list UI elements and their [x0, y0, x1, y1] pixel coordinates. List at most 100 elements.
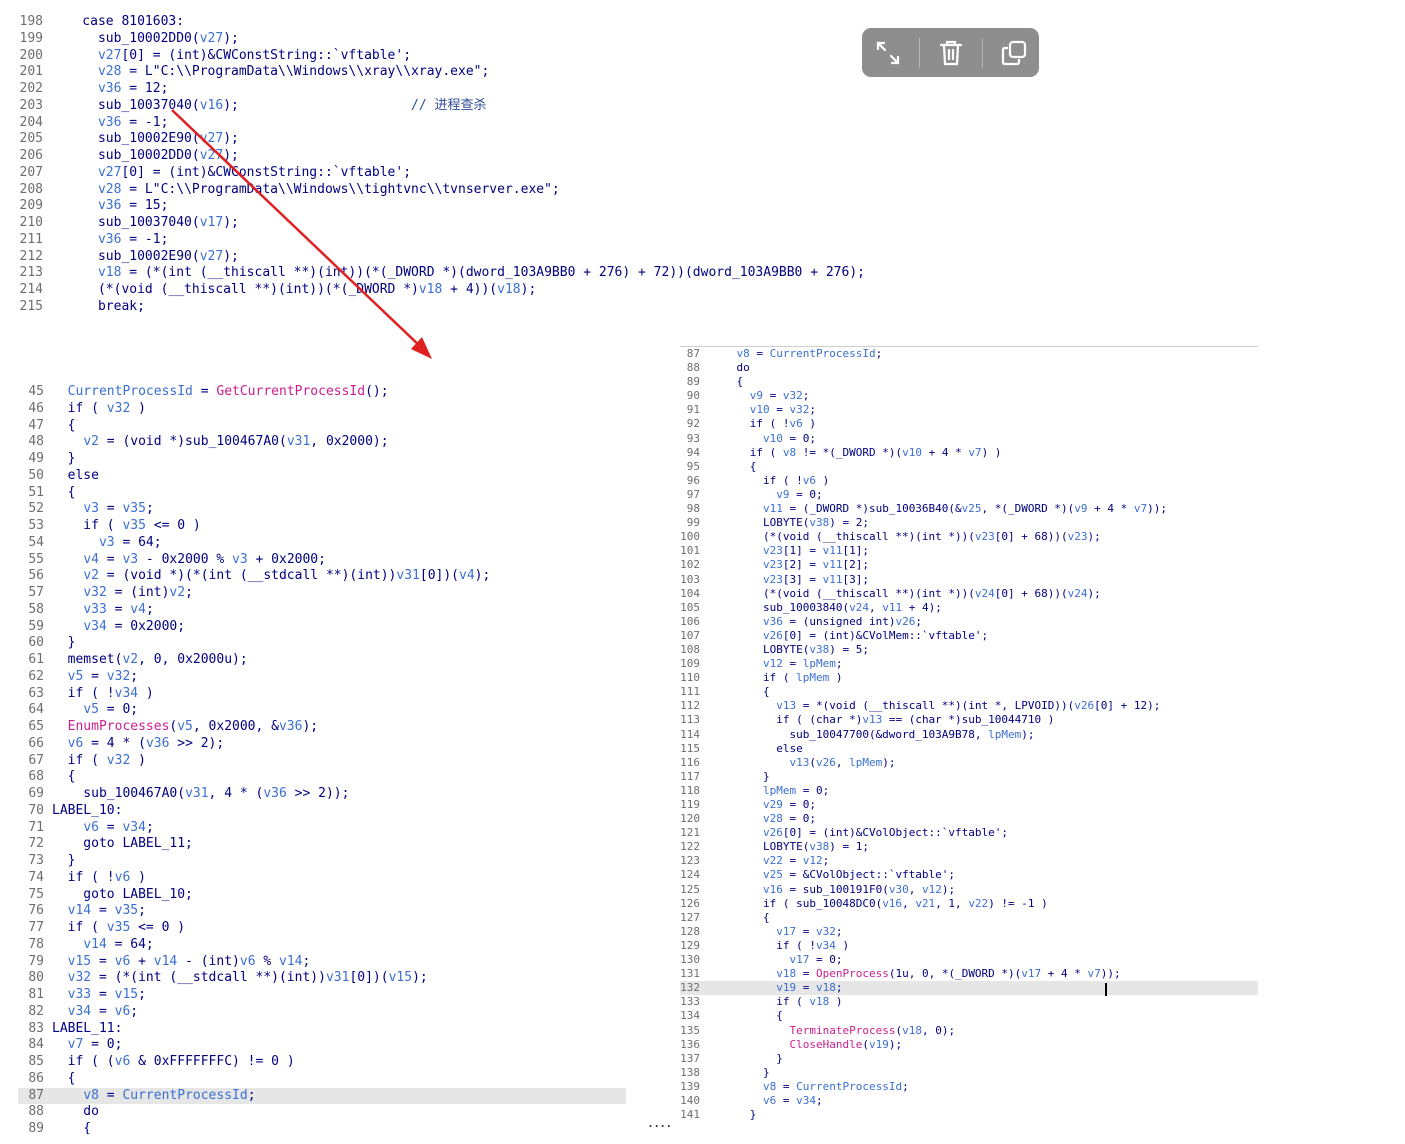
code-line: 87 v8 = CurrentProcessId;	[18, 1087, 626, 1105]
code-line: 108 LOBYTE(v38) = 5;	[680, 643, 1258, 657]
line-number: 45	[28, 384, 44, 399]
code-line: 121 v26[0] = (int)&CVolObject::`vftable'…	[680, 826, 1258, 840]
code-line: 128 v17 = v32;	[680, 925, 1258, 939]
code-text: v8 = CurrentProcessId;	[762, 1079, 909, 1093]
image-toolbar	[862, 28, 1039, 77]
line-number: 115	[680, 741, 700, 755]
code-text: v32 = (*(int (__stdcall **)(int))v31[0])…	[67, 970, 428, 986]
line-number: 53	[28, 518, 44, 533]
code-text: v28 = L"C:\\ProgramData\\Windows\\xray\\…	[97, 64, 490, 80]
line-number: 203	[19, 97, 43, 113]
code-text: {	[52, 769, 76, 785]
line-number: 75	[28, 886, 44, 902]
copy-button[interactable]	[994, 33, 1034, 73]
line-number: 58	[28, 601, 44, 617]
code-text: (*(void (__thiscall **)(int *))(v23[0] +…	[710, 530, 1101, 544]
line-number: 83	[28, 1020, 44, 1036]
code-line: 81 v33 = v15;	[18, 987, 626, 1004]
line-number: 50	[28, 467, 44, 483]
code-line: 201 v28 = L"C:\\ProgramData\\Windows\\xr…	[0, 64, 1000, 81]
line-number: 108	[680, 642, 700, 656]
code-line: 139 v8 = CurrentProcessId;	[680, 1080, 1258, 1094]
code-line: 51 {	[18, 485, 626, 502]
code-text: v12 = lpMem;	[762, 657, 843, 671]
code-line: 137 }	[680, 1052, 1258, 1066]
line-number: 57	[28, 585, 44, 600]
code-text: LOBYTE(v38) = 1;	[710, 840, 869, 854]
code-line: 119 v29 = 0;	[680, 798, 1258, 812]
code-text: v16 = sub_100191F0(v30, v12);	[762, 882, 956, 896]
code-line: 101 v23[1] = v11[1];	[680, 544, 1258, 558]
line-number: 112	[680, 699, 700, 713]
line-number: 136	[680, 1037, 700, 1051]
line-number: 141	[680, 1108, 700, 1122]
code-line: 124 v25 = &CVolObject::`vftable';	[680, 868, 1258, 882]
code-line: 66 v6 = 4 * (v36 >> 2);	[18, 736, 626, 753]
code-text: v8 = CurrentProcessId;	[736, 347, 883, 360]
code-text: v17 = v32;	[776, 924, 843, 938]
code-line: 203 sub_10037040(v16); // 进程查杀	[0, 98, 1000, 115]
code-line: 74 if ( !v6 )	[18, 870, 626, 887]
code-line: 200 v27[0] = (int)&CWConstString::`vftab…	[0, 48, 1000, 65]
code-text: if ( v32 )	[52, 752, 146, 768]
line-number: 56	[28, 568, 44, 584]
line-number: 121	[680, 826, 700, 840]
code-line: 59 v34 = 0x2000;	[18, 619, 626, 636]
code-line: 204 v36 = -1;	[0, 115, 1000, 132]
code-text: (*(void (__thiscall **)(int *))(v24[0] +…	[710, 586, 1101, 600]
code-line: 64 v5 = 0;	[18, 702, 626, 719]
code-text: if ( !v6 )	[52, 869, 146, 885]
code-text: {	[710, 459, 757, 473]
code-line: 112 v13 = *(void (__thiscall **)(int *, …	[680, 699, 1258, 713]
code-line: 50 else	[18, 468, 626, 485]
code-text: sub_10047700(&dword_103A9B78, lpMem);	[710, 727, 1035, 741]
code-text: v6 = v34;	[762, 1093, 823, 1107]
line-number: 76	[28, 903, 44, 919]
expand-button[interactable]	[868, 33, 908, 73]
code-line: 49 }	[18, 451, 626, 468]
code-text: sub_10037040(v17);	[51, 215, 239, 230]
code-line: 107 v26[0] = (int)&CVolMem::`vftable';	[680, 629, 1258, 643]
line-number: 110	[680, 671, 700, 685]
code-text: {	[52, 417, 76, 433]
code-text: v28 = L"C:\\ProgramData\\Windows\\tightv…	[97, 181, 560, 197]
code-line: 99 LOBYTE(v38) = 2;	[680, 516, 1258, 530]
line-number: 127	[680, 910, 700, 924]
code-text: }	[710, 769, 770, 783]
code-line: 138 }	[680, 1066, 1258, 1080]
line-number: 67	[28, 752, 44, 768]
line-number: 93	[686, 431, 700, 445]
line-number: 210	[19, 215, 43, 230]
code-text: }	[52, 853, 76, 868]
line-number: 96	[686, 473, 700, 487]
code-line: 133 if ( v18 )	[680, 995, 1258, 1009]
code-text: v19 = v18;	[776, 981, 843, 995]
code-text: {	[710, 375, 744, 389]
code-text: v2 = (void *)(*(int (__stdcall **)(int))…	[83, 568, 491, 584]
code-line: 135 TerminateProcess(v18, 0);	[680, 1024, 1258, 1038]
delete-button[interactable]	[931, 33, 971, 73]
line-number: 126	[680, 896, 700, 910]
line-number: 201	[19, 64, 43, 80]
code-line: 65 EnumProcesses(v5, 0x2000, &v36);	[18, 719, 626, 736]
line-number: 90	[686, 389, 700, 403]
code-text: v5 = v32;	[67, 668, 139, 684]
code-line: 131 v18 = OpenProcess(1u, 0, *(_DWORD *)…	[680, 967, 1258, 981]
line-number: 133	[680, 995, 700, 1009]
line-number: 66	[28, 735, 44, 751]
code-text: }	[710, 1108, 757, 1122]
text-cursor	[1105, 982, 1107, 996]
code-line: 140 v6 = v34;	[680, 1094, 1258, 1108]
code-text: LOBYTE(v38) = 2;	[710, 516, 869, 530]
line-number: 87	[28, 1087, 44, 1103]
code-line: 129 if ( !v34 )	[680, 939, 1258, 953]
code-line: 198 case 8101603:	[0, 14, 1000, 31]
code-line: 109 v12 = lpMem;	[680, 657, 1258, 671]
code-line: 207 v27[0] = (int)&CWConstString::`vftab…	[0, 165, 1000, 182]
code-text: sub_10002E90(v27);	[51, 131, 239, 147]
code-line: 90 v9 = v32;	[680, 389, 1258, 403]
line-number: 72	[28, 836, 44, 852]
trash-icon	[939, 40, 962, 65]
line-number: 78	[28, 936, 44, 952]
code-line: 208 v28 = L"C:\\ProgramData\\Windows\\ti…	[0, 182, 1000, 199]
